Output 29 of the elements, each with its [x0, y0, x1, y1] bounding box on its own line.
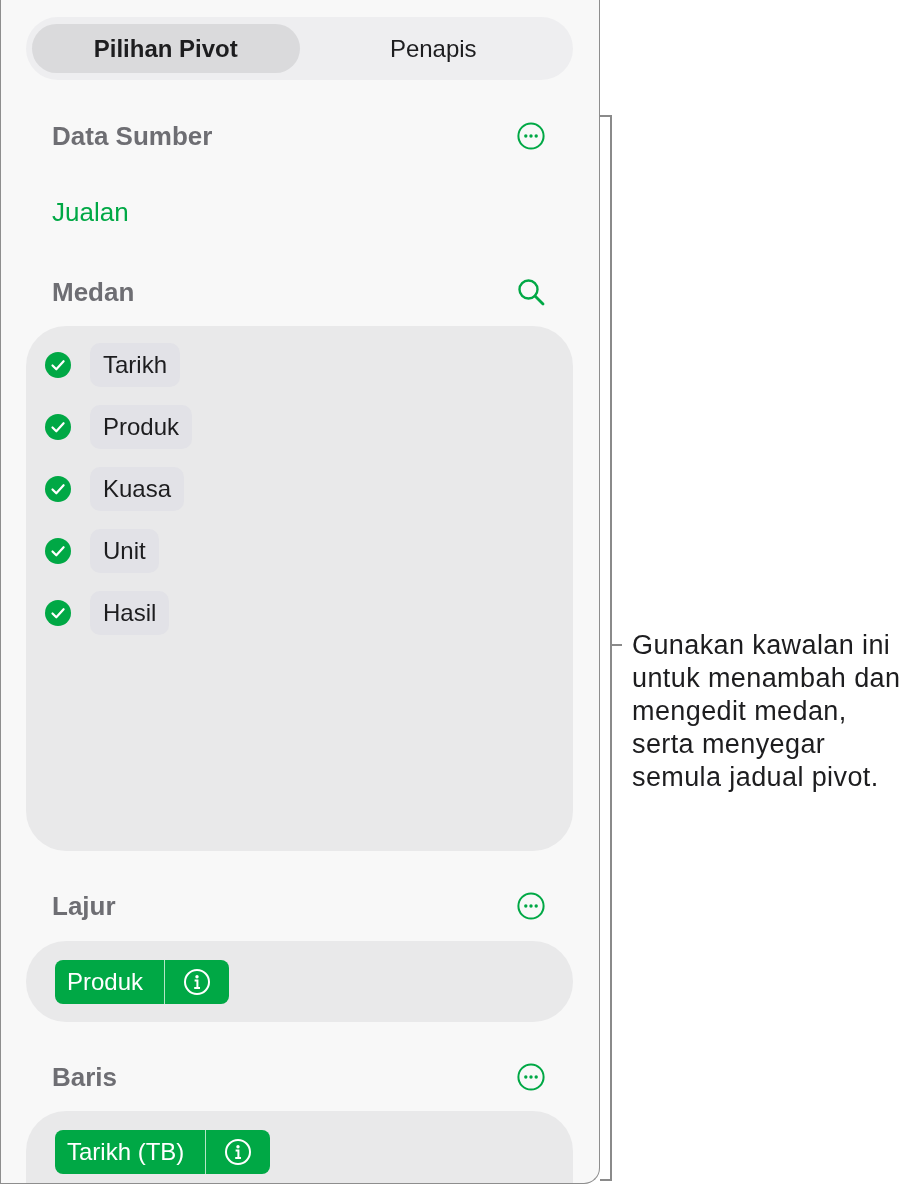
info-button[interactable]: [164, 960, 230, 1004]
ellipsis-circle-icon: [517, 122, 545, 150]
info-button[interactable]: [205, 1130, 271, 1174]
callout-text: Gunakan kawalan ini untuk menambah dan mengedit medan, serta menyegar semula jadual pivot.: [632, 629, 901, 794]
search-button[interactable]: [517, 278, 545, 306]
ellipsis-circle-icon: [517, 892, 545, 920]
section-title: Medan: [52, 276, 135, 308]
field-name-tag[interactable]: Hasil: [90, 591, 170, 635]
field-name-tag[interactable]: Produk: [90, 405, 193, 449]
section-title: Lajur: [52, 890, 116, 922]
check-circle-icon[interactable]: [45, 476, 71, 502]
search-icon: [517, 278, 545, 306]
field-name-tag[interactable]: Unit: [90, 529, 159, 573]
field-name-tag[interactable]: Tarikh: [90, 343, 181, 387]
more-button[interactable]: [517, 892, 545, 920]
info-icon: [225, 1139, 252, 1165]
tab[interactable]: Penapis: [299, 24, 567, 73]
field-name-tag[interactable]: Kuasa: [90, 467, 185, 511]
section-title: Data Sumber: [52, 120, 213, 152]
more-button[interactable]: [517, 122, 545, 150]
ellipsis-circle-icon: [517, 1063, 545, 1091]
check-circle-icon[interactable]: [45, 352, 71, 378]
check-circle-icon[interactable]: [45, 600, 71, 626]
more-button[interactable]: [517, 1063, 545, 1091]
info-icon: [184, 969, 211, 995]
check-circle-icon[interactable]: [45, 414, 71, 440]
check-circle-icon[interactable]: [45, 538, 71, 564]
tab[interactable]: Pilihan Pivot: [32, 24, 300, 73]
section-title: Baris: [52, 1061, 118, 1093]
